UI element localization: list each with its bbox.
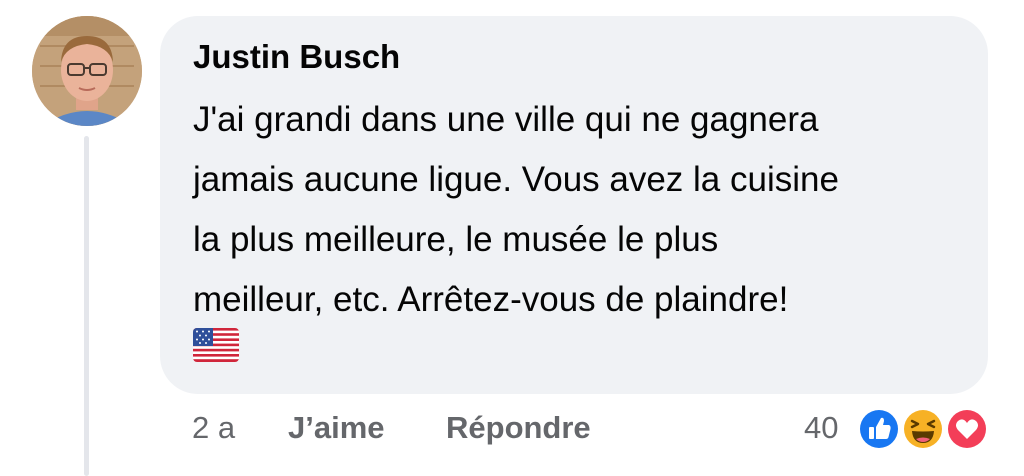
comment-text-line: J'ai grandi dans une ville qui ne gagner… (193, 100, 819, 139)
like-icon (856, 406, 902, 452)
comment-text-line: jamais aucune ligue. Vous avez la cuisin… (193, 160, 839, 199)
comment-bubble: Justin Busch J'ai grandi dans une ville … (160, 16, 988, 394)
comment-text-line: la plus meilleure, le musée le plus (193, 220, 719, 259)
avatar[interactable] (32, 16, 142, 126)
like-button[interactable]: J’aime (288, 410, 385, 446)
comment-text: J'ai grandi dans une ville qui ne gagner… (193, 90, 973, 330)
haha-icon (900, 406, 946, 452)
profile-photo (32, 16, 142, 126)
comment-container: Justin Busch J'ai grandi dans une ville … (0, 0, 1024, 476)
love-icon (944, 406, 990, 452)
us-flag-icon (193, 328, 239, 362)
comment-timestamp[interactable]: 2 a (192, 410, 235, 446)
comment-author[interactable]: Justin Busch (193, 38, 400, 76)
reply-button[interactable]: Répondre (446, 410, 591, 446)
reaction-summary[interactable]: 40 (800, 400, 1000, 458)
comment-text-line: meilleur, etc. Arrêtez-vous de plaindre! (193, 280, 789, 319)
thread-line (84, 136, 89, 476)
reaction-count: 40 (804, 410, 839, 445)
